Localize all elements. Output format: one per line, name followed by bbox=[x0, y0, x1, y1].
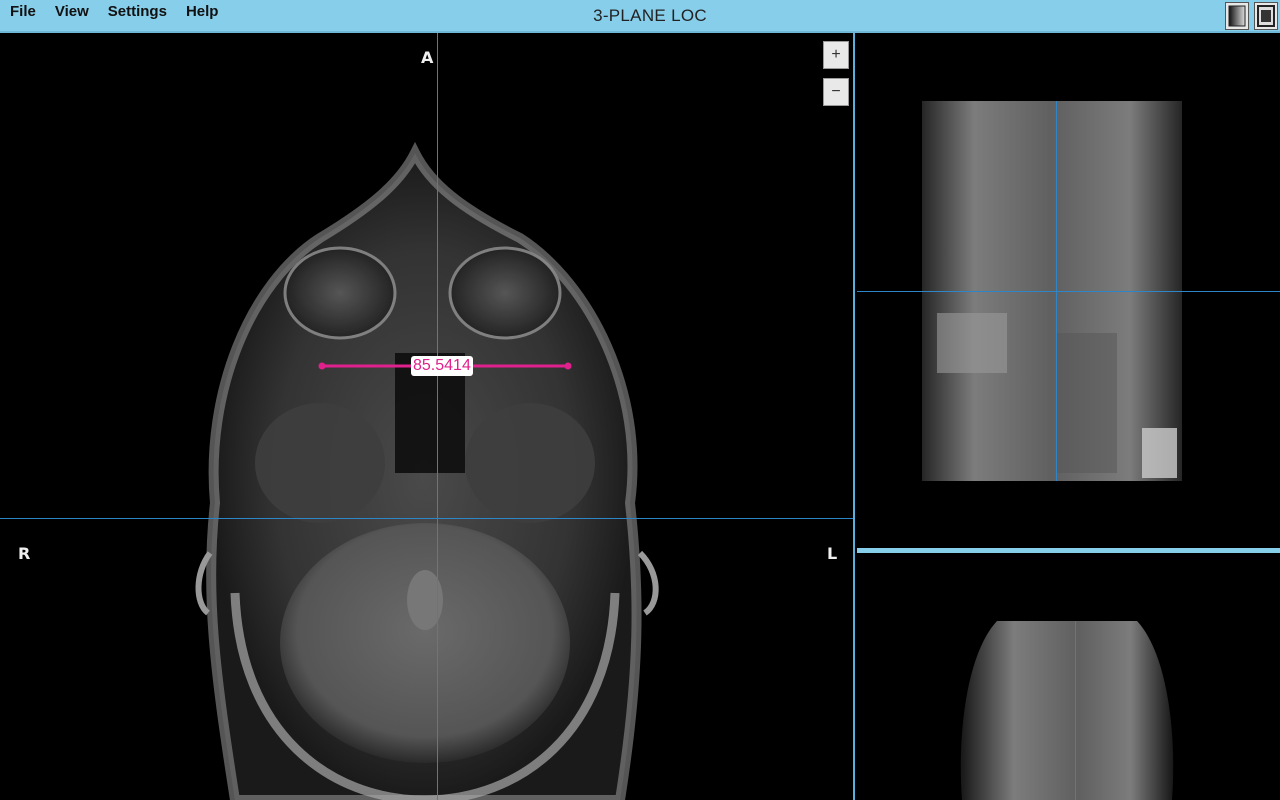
coronal-view[interactable] bbox=[857, 33, 1280, 548]
measurement-label: 85.5414 bbox=[411, 356, 473, 376]
orientation-left: L bbox=[827, 544, 838, 563]
window-restore-button[interactable] bbox=[1254, 2, 1278, 30]
sagittal-view[interactable] bbox=[857, 553, 1280, 800]
app-title: 3-PLANE LOC bbox=[593, 6, 707, 25]
crosshair-horizontal[interactable] bbox=[0, 518, 853, 519]
zoom-in-button[interactable]: + bbox=[823, 41, 849, 69]
sagittal-crosshair-vertical[interactable] bbox=[1075, 621, 1076, 800]
orientation-anterior: A bbox=[421, 48, 434, 67]
window-layout-icon bbox=[1228, 5, 1246, 27]
coronal-crosshair-horizontal[interactable] bbox=[857, 291, 1280, 292]
sagittal-mri-image bbox=[960, 621, 1174, 800]
crosshair-vertical[interactable] bbox=[437, 33, 438, 800]
axial-mri-image bbox=[195, 141, 659, 800]
axial-view[interactable]: A R L + − 85.5414 bbox=[0, 33, 855, 800]
top-bar: File View Settings Help 3-PLANE LOC bbox=[0, 0, 1280, 33]
orientation-right: R bbox=[18, 544, 31, 563]
zoom-out-button[interactable]: − bbox=[823, 78, 849, 106]
window-restore-icon bbox=[1257, 5, 1275, 27]
window-layout-button[interactable] bbox=[1225, 2, 1249, 30]
